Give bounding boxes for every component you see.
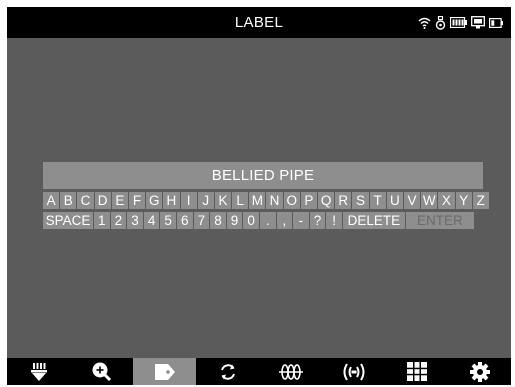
key-i[interactable]: I bbox=[180, 192, 197, 209]
bottom-toolbar bbox=[7, 358, 511, 385]
key-comma[interactable]: , bbox=[276, 212, 293, 229]
key-6[interactable]: 6 bbox=[176, 212, 193, 229]
key-d[interactable]: D bbox=[94, 192, 111, 209]
key-a[interactable]: A bbox=[43, 192, 60, 209]
key-u[interactable]: U bbox=[386, 192, 403, 209]
title-bar: LABEL bbox=[7, 7, 511, 38]
key-2[interactable]: 2 bbox=[110, 212, 127, 229]
key-w[interactable]: W bbox=[421, 192, 438, 209]
battery-icon bbox=[450, 17, 467, 28]
on-screen-keyboard: BELLIED PIPE A B C D E F G H I J K L M N… bbox=[43, 162, 489, 229]
label-button[interactable] bbox=[133, 358, 196, 385]
device-screen: LABEL BELLIED PIPE A B C D E F G H I J K… bbox=[7, 7, 511, 385]
probe-icon bbox=[30, 362, 47, 381]
key-0[interactable]: 0 bbox=[243, 212, 259, 229]
letter-row: A B C D E F G H I J K L M N O P Q R S T bbox=[43, 192, 489, 209]
key-h[interactable]: H bbox=[163, 192, 180, 209]
key-delete[interactable]: DELETE bbox=[342, 212, 405, 229]
key-y[interactable]: Y bbox=[455, 192, 472, 209]
key-space[interactable]: SPACE bbox=[43, 212, 93, 229]
key-8[interactable]: 8 bbox=[210, 212, 226, 229]
key-j[interactable]: J bbox=[197, 192, 214, 209]
key-n[interactable]: N bbox=[266, 192, 283, 209]
key-o[interactable]: O bbox=[283, 192, 300, 209]
key-x[interactable]: X bbox=[438, 192, 455, 209]
key-r[interactable]: R bbox=[335, 192, 352, 209]
zoom-in-icon bbox=[92, 362, 111, 381]
zoom-button[interactable] bbox=[70, 358, 133, 385]
key-b[interactable]: B bbox=[60, 192, 77, 209]
wifi-icon bbox=[418, 17, 431, 29]
digit-row: SPACE 1 2 3 4 5 6 7 8 9 0 . , - ? ! DELE… bbox=[43, 212, 483, 229]
key-l[interactable]: L bbox=[232, 192, 249, 209]
label-editor-panel: BELLIED PIPE A B C D E F G H I J K L M N… bbox=[7, 38, 511, 358]
key-f[interactable]: F bbox=[128, 192, 146, 209]
key-7[interactable]: 7 bbox=[193, 212, 210, 229]
key-exclamation[interactable]: ! bbox=[326, 212, 342, 229]
key-5[interactable]: 5 bbox=[160, 212, 176, 229]
key-3[interactable]: 3 bbox=[127, 212, 143, 229]
key-1[interactable]: 1 bbox=[94, 212, 110, 229]
key-m[interactable]: M bbox=[249, 192, 266, 209]
probe-button[interactable] bbox=[7, 358, 70, 385]
grid-icon bbox=[406, 362, 427, 381]
key-g[interactable]: G bbox=[146, 192, 163, 209]
rotate-icon bbox=[219, 363, 237, 381]
signal-icon bbox=[342, 362, 366, 381]
waveform-button[interactable] bbox=[259, 358, 322, 385]
key-c[interactable]: C bbox=[77, 192, 94, 209]
battery-small-icon bbox=[489, 17, 503, 28]
key-question[interactable]: ? bbox=[309, 212, 326, 229]
key-9[interactable]: 9 bbox=[226, 212, 243, 229]
settings-icon bbox=[469, 361, 490, 382]
label-icon bbox=[154, 363, 176, 381]
label-input[interactable]: BELLIED PIPE bbox=[43, 162, 483, 189]
settings-button[interactable] bbox=[448, 358, 511, 385]
key-e[interactable]: E bbox=[111, 192, 128, 209]
key-s[interactable]: S bbox=[352, 192, 369, 209]
key-p[interactable]: P bbox=[300, 192, 317, 209]
key-enter[interactable]: ENTER bbox=[405, 212, 474, 229]
key-period[interactable]: . bbox=[259, 212, 276, 229]
monitor-icon bbox=[471, 16, 485, 29]
status-icons bbox=[418, 15, 503, 30]
rotate-button[interactable] bbox=[196, 358, 259, 385]
key-t[interactable]: T bbox=[369, 192, 386, 209]
grid-button[interactable] bbox=[385, 358, 448, 385]
key-hyphen[interactable]: - bbox=[293, 212, 309, 229]
key-q[interactable]: Q bbox=[318, 192, 335, 209]
key-k[interactable]: K bbox=[214, 192, 232, 209]
key-v[interactable]: V bbox=[403, 192, 421, 209]
signal-button[interactable] bbox=[322, 358, 385, 385]
key-z[interactable]: Z bbox=[472, 192, 489, 209]
tag-icon bbox=[435, 15, 446, 30]
waveform-icon bbox=[278, 363, 303, 380]
key-4[interactable]: 4 bbox=[143, 212, 160, 229]
